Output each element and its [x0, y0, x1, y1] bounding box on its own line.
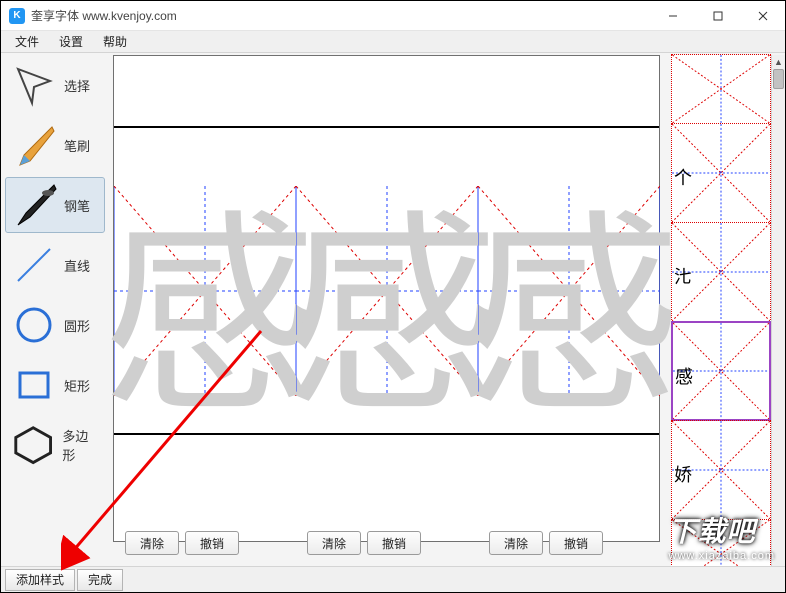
titlebar: K 奎享字体 www.kvenjoy.com [1, 1, 785, 31]
close-button[interactable] [740, 1, 785, 31]
tool-rect[interactable]: 矩形 [5, 357, 105, 413]
finish-button[interactable]: 完成 [77, 569, 123, 591]
canvas-area: 感 感 [109, 53, 785, 566]
watermark: 下载吧 www.xiazaiba.com [669, 510, 775, 562]
pen-icon [10, 181, 58, 229]
minimize-button[interactable] [650, 1, 695, 31]
canvas-button-row: 清除 撤销 清除 撤销 清除 撤销 [113, 520, 660, 566]
tool-rect-label: 矩形 [64, 376, 90, 395]
thumbnail-item-selected[interactable]: 感 [671, 321, 771, 421]
undo-button-1[interactable]: 撤销 [185, 531, 239, 555]
window-title: 奎享字体 www.kvenjoy.com [31, 7, 177, 24]
thumbnail-char: 娇 [674, 461, 692, 487]
watermark-main: 下载吧 [669, 516, 756, 547]
thumbnail-item[interactable]: 㲺 [671, 222, 771, 322]
tool-brush-label: 笔刷 [64, 136, 90, 155]
maximize-button[interactable] [695, 1, 740, 31]
thumbnail-list: 个 㲺 感 娇 [671, 55, 771, 566]
tool-circle[interactable]: 圆形 [5, 297, 105, 353]
undo-button-2[interactable]: 撤销 [367, 531, 421, 555]
menu-settings[interactable]: 设置 [49, 31, 93, 52]
thumbnail-char: 㲺 [674, 263, 692, 289]
tool-circle-label: 圆形 [64, 316, 90, 335]
menu-file[interactable]: 文件 [5, 31, 49, 52]
thumbnail-char: 个 [674, 164, 692, 190]
clear-button-2[interactable]: 清除 [307, 531, 361, 555]
tool-brush[interactable]: 笔刷 [5, 117, 105, 173]
menubar: 文件 设置 帮助 [1, 31, 785, 53]
tool-polygon[interactable]: 多边形 [5, 417, 105, 473]
tool-line-label: 直线 [64, 256, 90, 275]
workspace: 选择 笔刷 钢笔 直线 圆形 [1, 53, 785, 566]
scroll-track[interactable] [772, 69, 785, 566]
rect-icon [10, 361, 58, 409]
tool-line[interactable]: 直线 [5, 237, 105, 293]
thumbnail-item[interactable]: 娇 [671, 420, 771, 520]
tool-select[interactable]: 选择 [5, 57, 105, 113]
add-style-button[interactable]: 添加样式 [5, 569, 75, 591]
clear-button-3[interactable]: 清除 [489, 531, 543, 555]
thumbnail-item[interactable] [671, 54, 771, 124]
circle-icon [10, 301, 58, 349]
clear-button-1[interactable]: 清除 [125, 531, 179, 555]
tool-pen[interactable]: 钢笔 [5, 177, 105, 233]
bottom-bar: 添加样式 完成 [1, 566, 785, 592]
arrow-cursor-icon [10, 61, 58, 109]
tool-palette: 选择 笔刷 钢笔 直线 圆形 [1, 53, 109, 566]
window-controls [650, 1, 785, 31]
thumbnail-char: 感 [675, 363, 693, 389]
polygon-icon [10, 421, 56, 469]
drawing-grid[interactable]: 感 感 [113, 55, 660, 542]
brush-icon [10, 121, 58, 169]
tool-pen-label: 钢笔 [64, 196, 90, 215]
tool-polygon-label: 多边形 [62, 426, 100, 464]
thumbnail-item[interactable]: 个 [671, 123, 771, 223]
line-icon [10, 241, 58, 289]
app-icon: K [9, 8, 25, 24]
menu-help[interactable]: 帮助 [93, 31, 137, 52]
undo-button-3[interactable]: 撤销 [549, 531, 603, 555]
scroll-thumb[interactable] [773, 69, 784, 89]
scroll-up-icon[interactable]: ▲ [772, 55, 785, 69]
vertical-scrollbar[interactable]: ▲ ▼ [771, 55, 785, 566]
tool-select-label: 选择 [64, 76, 90, 95]
watermark-sub: www.xiazaiba.com [669, 550, 775, 562]
